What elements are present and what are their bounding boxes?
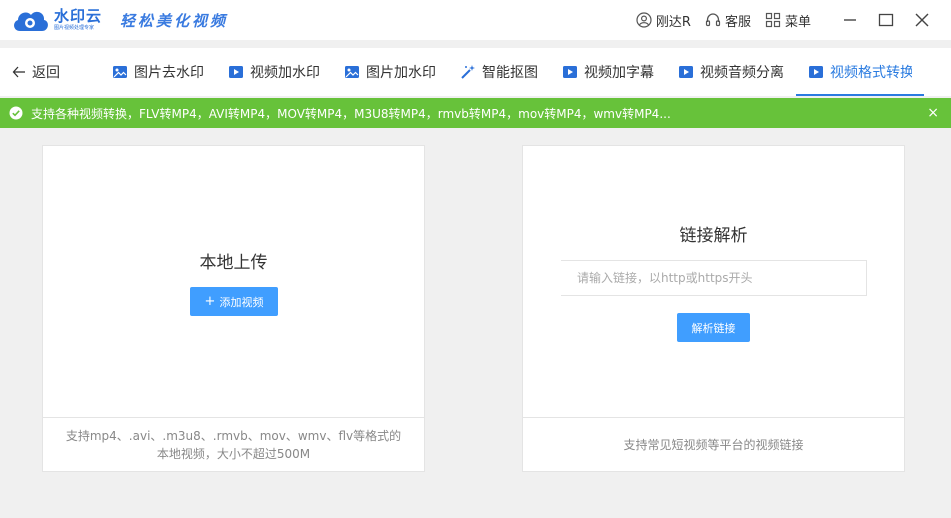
local-upload-title: 本地上传: [199, 253, 268, 273]
link-parse-hint: 支持常见短视频等平台的视频链接: [523, 417, 904, 471]
local-upload-hint-text: 支持mp4、.avi、.m3u8、.rmvb、mov、wmv、flv等格式的本地…: [65, 428, 402, 461]
link-parse-card: 链接解析 解析链接 支持常见短视频等平台的视频链接: [522, 145, 905, 472]
close-window-button[interactable]: [911, 9, 933, 31]
maximize-icon: [878, 13, 894, 27]
tab-video-add-watermark[interactable]: 视频加水印: [216, 48, 332, 96]
tab-label: 图片去水印: [134, 65, 204, 81]
customer-service-button[interactable]: 客服: [705, 11, 751, 30]
parse-link-label: 解析链接: [691, 321, 736, 335]
tab-image-remove-watermark[interactable]: 图片去水印: [100, 48, 216, 96]
minimize-button[interactable]: [839, 9, 861, 31]
logo-name: 水印云: [54, 7, 103, 25]
video-format-icon: [809, 66, 823, 78]
link-parse-hint-text: 支持常见短视频等平台的视频链接: [623, 437, 804, 452]
tab-video-add-subtitles[interactable]: 视频加字幕: [550, 48, 666, 96]
parse-link-button[interactable]: 解析链接: [677, 313, 750, 342]
image-icon: [345, 66, 359, 78]
local-upload-card: 本地上传 + 添加视频 支持mp4、.avi、.m3u8、.rmvb、mov、w…: [42, 145, 425, 472]
banner-close-button[interactable]: ×: [927, 105, 939, 121]
back-button[interactable]: 返回: [0, 48, 100, 96]
customer-service-label: 客服: [724, 14, 751, 30]
minimize-icon: [844, 19, 856, 21]
user-button[interactable]: 刚达R: [636, 11, 691, 30]
menu-label: 菜单: [784, 14, 811, 30]
link-parse-title: 链接解析: [679, 226, 748, 246]
tab-video-format-convert[interactable]: 视频格式转换: [796, 48, 924, 96]
user-icon: [636, 12, 652, 28]
video-icon: [229, 66, 243, 78]
video-icon: [679, 66, 693, 78]
user-name: 刚达R: [655, 14, 691, 30]
link-input[interactable]: [561, 260, 867, 296]
plus-icon: +: [204, 294, 216, 309]
tab-video-audio-separation[interactable]: 视频音频分离: [666, 48, 796, 96]
local-upload-hint: 支持mp4、.avi、.m3u8、.rmvb、mov、wmv、flv等格式的本地…: [43, 417, 424, 471]
tab-smart-cutout[interactable]: 智能抠图: [448, 48, 550, 96]
title-bar: 水印云 图片视频处理专家 轻松美化视频 刚达R 客服 菜单: [0, 0, 951, 40]
magic-wand-icon: [461, 65, 475, 79]
maximize-button[interactable]: [875, 9, 897, 31]
tab-label: 视频加字幕: [584, 65, 654, 81]
tab-label: 视频音频分离: [700, 65, 784, 81]
close-icon: [915, 13, 929, 27]
menu-button[interactable]: 菜单: [765, 11, 811, 30]
feature-tabs: 图片去水印 视频加水印 图片加水印 智能抠图 视频加字幕 视频音频分离 视频格式…: [100, 48, 924, 96]
logo-subtitle: 图片视频处理专家: [54, 25, 95, 31]
arrow-left-icon: [12, 66, 25, 78]
add-video-label: 添加视频: [219, 295, 264, 309]
back-label: 返回: [32, 65, 60, 81]
banner-text: 支持各种视频转换，FLV转MP4，AVI转MP4，MOV转MP4，M3U8转MP…: [31, 106, 671, 121]
video-icon: [563, 66, 577, 78]
image-icon: [113, 66, 127, 78]
cloud-logo-icon: [14, 11, 48, 31]
tab-label: 智能抠图: [482, 65, 538, 81]
info-banner: 支持各种视频转换，FLV转MP4，AVI转MP4，MOV转MP4，M3U8转MP…: [0, 98, 951, 128]
nav-bar: 返回 图片去水印 视频加水印 图片加水印 智能抠图 视频加字幕 视频音频分离 视…: [0, 48, 951, 96]
tab-label: 视频格式转换: [830, 65, 912, 81]
tab-label: 视频加水印: [250, 65, 320, 81]
tab-image-add-watermark[interactable]: 图片加水印: [332, 48, 448, 96]
app-window: 水印云 图片视频处理专家 轻松美化视频 刚达R 客服 菜单 返回 图片去水印 视…: [0, 0, 951, 518]
slogan: 轻松美化视频: [120, 11, 229, 30]
tab-label: 图片加水印: [366, 65, 436, 81]
add-video-button[interactable]: + 添加视频: [190, 287, 278, 316]
grid-menu-icon: [765, 12, 781, 28]
logo: 水印云 图片视频处理专家: [10, 5, 102, 35]
check-circle-icon: [9, 106, 23, 120]
headset-icon: [705, 13, 721, 27]
